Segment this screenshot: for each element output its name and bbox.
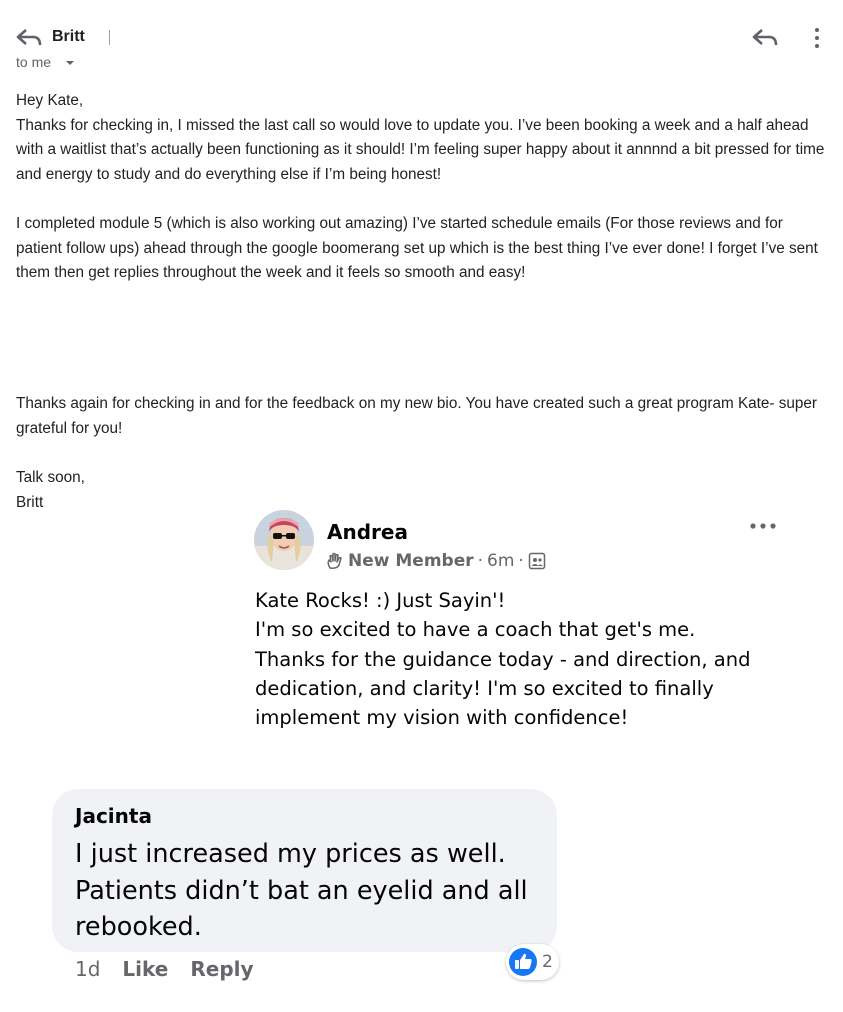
like-button[interactable]: Like <box>122 957 168 981</box>
meta-separator: · <box>518 551 524 571</box>
recipient-label[interactable]: to me <box>16 54 51 70</box>
sender-name[interactable]: Britt <box>52 28 85 46</box>
email-paragraph: I completed module 5 (which is also work… <box>16 214 818 282</box>
chevron-down-icon[interactable] <box>66 61 74 65</box>
comment-text: I just increased my prices as well. Pati… <box>75 839 528 942</box>
email-paragraph: Thanks again for checking in and for the… <box>16 395 818 437</box>
email-body: Hey Kate, Thanks for checking in, I miss… <box>16 89 826 515</box>
post-line: I'm so excited to have a coach that get'… <box>255 618 696 642</box>
back-arrow-icon[interactable] <box>16 28 42 46</box>
member-badge[interactable]: New Member <box>348 551 474 571</box>
meta-separator: · <box>477 551 484 571</box>
post-meta: New Member · 6m · <box>326 551 546 571</box>
reply-icon[interactable] <box>752 28 778 46</box>
group-post: Andrea New Member · 6m · Kate Rocks! :) … <box>254 510 784 740</box>
avatar[interactable] <box>254 510 314 570</box>
post-text: Kate Rocks! :) Just Sayin'! I'm so excit… <box>255 586 785 732</box>
reply-button[interactable]: Reply <box>190 957 253 981</box>
post-line: implement my vision with confidence! <box>255 706 629 730</box>
text-cursor <box>109 30 110 45</box>
comment-author[interactable]: Jacinta <box>75 804 152 828</box>
email-paragraph: Thanks for checking in, I missed the las… <box>16 116 825 183</box>
post-author[interactable]: Andrea <box>327 520 408 544</box>
comment-actions: 1d Like Reply <box>75 957 254 981</box>
group-audience-icon[interactable] <box>528 552 546 570</box>
post-line: Kate Rocks! :) Just Sayin'! <box>255 589 506 612</box>
email-signoff: Talk soon, <box>16 469 85 487</box>
more-vertical-icon[interactable] <box>810 26 824 50</box>
like-thumb-icon <box>509 948 537 976</box>
more-horizontal-icon[interactable] <box>748 518 778 534</box>
wave-hand-icon <box>327 552 342 569</box>
post-line: dedication, and clarity! I'm so excited … <box>255 676 714 700</box>
email-greeting: Hey Kate, <box>16 92 84 109</box>
comment-time[interactable]: 1d <box>75 957 100 981</box>
reaction-summary[interactable]: 2 <box>506 944 559 980</box>
email-header: Britt to me <box>16 26 831 76</box>
post-time[interactable]: 6m <box>487 551 514 571</box>
comment-bubble: Jacinta I just increased my prices as we… <box>52 789 557 952</box>
post-line: Thanks for the guidance today - and dire… <box>255 647 751 671</box>
reaction-count: 2 <box>542 952 553 972</box>
